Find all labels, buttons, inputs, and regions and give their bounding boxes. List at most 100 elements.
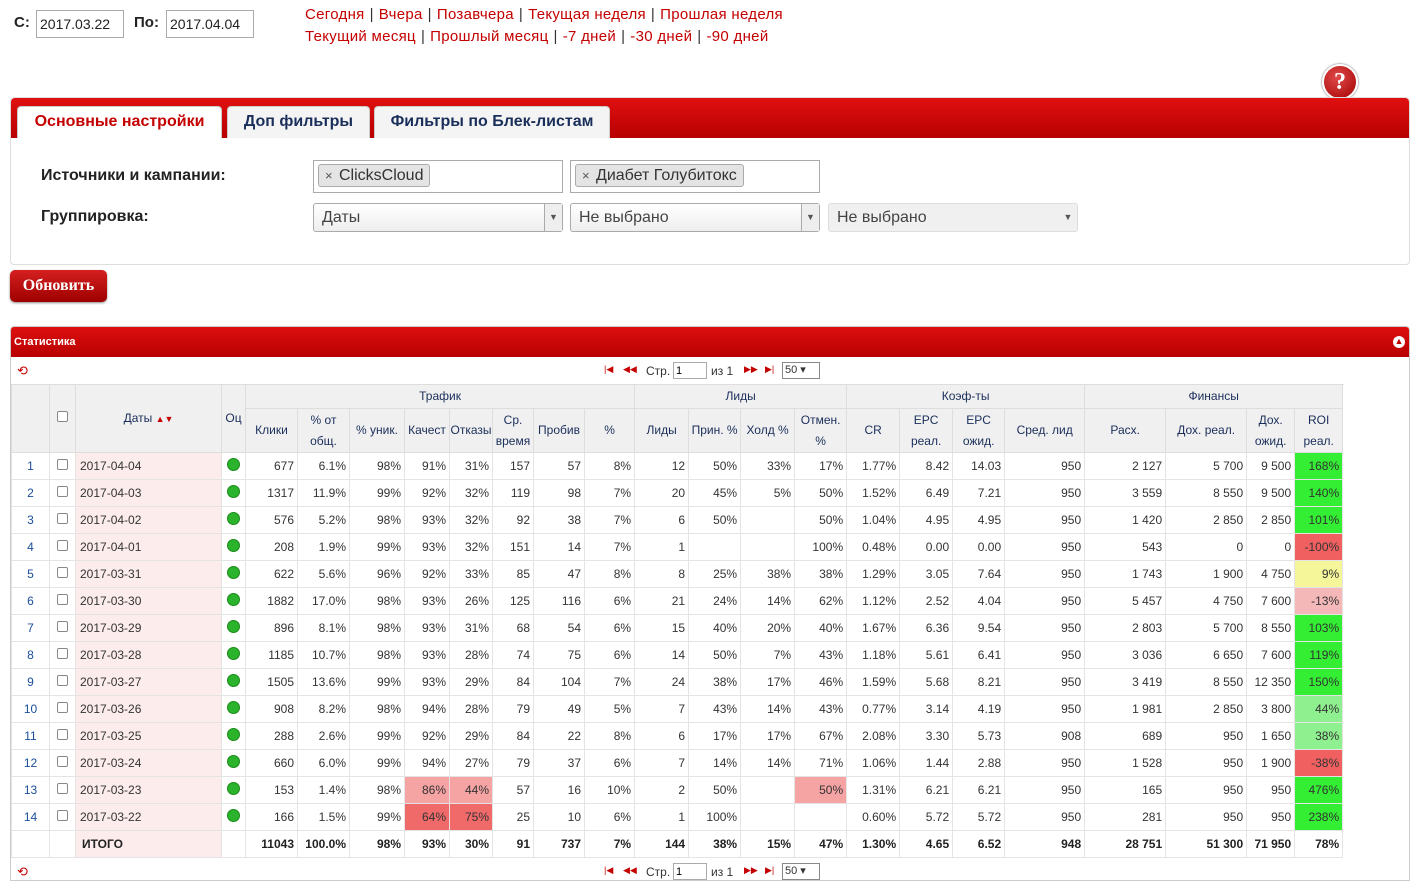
column-header[interactable]: Сред. лид <box>1004 408 1086 453</box>
page-input[interactable] <box>673 362 707 379</box>
column-header[interactable]: % уник. <box>349 408 405 453</box>
date-from-input[interactable] <box>36 10 124 38</box>
source-select[interactable]: × ClicksCloud <box>313 160 563 193</box>
table-row[interactable]: 13 2017-03-23 153 1.4% 98% 86% 44% 57 16 10% 2 50% 5… <box>11 776 1344 804</box>
next-page-icon[interactable]: ▶▶ <box>744 364 758 375</box>
first-page-icon[interactable]: |◀ <box>604 364 613 375</box>
collapse-icon[interactable]: ▲ <box>1393 336 1405 348</box>
column-header-rating[interactable]: Оц <box>221 384 246 453</box>
next-page-icon[interactable]: ▶▶ <box>744 865 758 876</box>
column-header[interactable]: Пробив <box>533 408 585 453</box>
row-checkbox[interactable] <box>57 729 68 740</box>
row-checkbox-cell <box>49 722 76 750</box>
data-cell: 64% <box>404 803 450 831</box>
help-icon[interactable]: ? <box>1322 64 1358 100</box>
row-checkbox[interactable] <box>57 486 68 497</box>
last-page-icon[interactable]: ▶| <box>765 865 774 876</box>
table-row[interactable]: 7 2017-03-29 896 8.1% 98% 93% 31% 68 54 6% 15 40% 20… <box>11 614 1344 642</box>
quick-date-link[interactable]: Прошлый месяц <box>430 28 548 45</box>
row-checkbox[interactable] <box>57 810 68 821</box>
data-cell <box>740 803 796 831</box>
data-cell: 1 900 <box>1246 749 1296 777</box>
table-row[interactable]: 1 2017-04-04 677 6.1% 98% 91% 31% 157 57 8% 12 50% 3… <box>11 452 1344 480</box>
quick-date-link[interactable]: -7 дней <box>563 28 616 45</box>
column-header[interactable]: Качест <box>404 408 450 453</box>
row-checkbox[interactable] <box>57 783 68 794</box>
column-header[interactable]: EPC реал. <box>899 408 954 453</box>
prev-page-icon[interactable]: ◀◀ <box>623 865 637 876</box>
table-row[interactable]: 12 2017-03-24 660 6.0% 99% 94% 27% 79 37 6% 7 14% 14… <box>11 749 1344 777</box>
column-header[interactable]: Лиды <box>634 408 690 453</box>
page-size-select[interactable]: 50 ▾ <box>782 362 820 379</box>
campaign-chip[interactable]: × Диабет Голубитокс <box>575 164 744 187</box>
row-checkbox[interactable] <box>57 459 68 470</box>
reload-icon[interactable]: ⟲ <box>17 363 28 379</box>
row-checkbox[interactable] <box>57 513 68 524</box>
update-button[interactable]: Обновить <box>10 270 107 302</box>
column-header[interactable]: Отказы <box>449 408 493 453</box>
row-number: 9 <box>11 668 50 696</box>
campaign-select[interactable]: × Диабет Голубитокс <box>570 160 820 193</box>
page-size-select[interactable]: 50 ▾ <box>782 863 820 880</box>
column-header[interactable]: Дох. ожид. <box>1246 408 1296 453</box>
source-chip[interactable]: × ClicksCloud <box>318 164 431 187</box>
column-header-dates[interactable]: Даты ▲▼ <box>75 384 222 453</box>
row-checkbox[interactable] <box>57 756 68 767</box>
column-header[interactable]: EPC ожид. <box>952 408 1006 453</box>
quick-date-link[interactable]: -30 дней <box>630 28 692 45</box>
table-row[interactable]: 11 2017-03-25 288 2.6% 99% 92% 29% 84 22 8% 6 17% 17… <box>11 722 1344 750</box>
data-cell: 3.30 <box>899 722 954 750</box>
column-header[interactable]: Отмен. % <box>794 408 848 453</box>
row-checkbox[interactable] <box>57 567 68 578</box>
remove-icon[interactable]: × <box>582 165 590 186</box>
table-row[interactable]: 6 2017-03-30 1882 17.0% 98% 93% 26% 125 116 6% 21 2… <box>11 587 1344 615</box>
tab-main-settings[interactable]: Основные настройки <box>17 106 222 138</box>
grouping-select-2[interactable]: Не выбрано ▼ <box>570 203 820 232</box>
last-page-icon[interactable]: ▶| <box>765 364 774 375</box>
quick-date-link[interactable]: Текущий месяц <box>305 28 416 45</box>
table-row[interactable]: 2 2017-04-03 1317 11.9% 99% 92% 32% 119 98 7% 20 45… <box>11 479 1344 507</box>
table-row[interactable]: 5 2017-03-31 622 5.6% 96% 92% 33% 85 47 8% 8 25% 38%… <box>11 560 1344 588</box>
column-header[interactable]: % от общ. <box>297 408 350 453</box>
prev-page-icon[interactable]: ◀◀ <box>623 364 637 375</box>
column-header[interactable]: Дох. реал. <box>1165 408 1248 453</box>
table-row[interactable]: 8 2017-03-28 1185 10.7% 98% 93% 28% 74 75 6% 14 50%… <box>11 641 1344 669</box>
data-cell: 49 <box>533 695 585 723</box>
row-checkbox[interactable] <box>57 594 68 605</box>
row-checkbox[interactable] <box>57 675 68 686</box>
grouping-select-1[interactable]: Даты ▼ <box>313 203 563 232</box>
reload-icon[interactable]: ⟲ <box>17 864 28 880</box>
select-all-checkbox[interactable] <box>57 411 68 422</box>
column-header[interactable]: CR <box>846 408 901 453</box>
table-row[interactable]: 9 2017-03-27 1505 13.6% 99% 93% 29% 84 104 7% 24 38… <box>11 668 1344 696</box>
quick-date-link[interactable]: -90 дней <box>707 28 769 45</box>
quick-date-link[interactable]: Прошлая неделя <box>660 6 783 23</box>
column-header[interactable]: Ср. время <box>492 408 534 453</box>
table-row[interactable]: 3 2017-04-02 576 5.2% 98% 93% 32% 92 38 7% 6 50% 50%… <box>11 506 1344 534</box>
quick-date-link[interactable]: Вчера <box>379 6 423 23</box>
column-header[interactable]: % <box>583 408 636 453</box>
table-row[interactable]: 10 2017-03-26 908 8.2% 98% 94% 28% 79 49 5% 7 43% 14… <box>11 695 1344 723</box>
tab-blacklist-filters[interactable]: Фильтры по Блек-листам <box>374 106 610 138</box>
row-checkbox[interactable] <box>57 540 68 551</box>
quick-date-link[interactable]: Позавчера <box>437 6 514 23</box>
table-row[interactable]: 4 2017-04-01 208 1.9% 99% 93% 32% 151 14 7% 1 100% 0… <box>11 533 1344 561</box>
total-cell: 30% <box>449 830 493 858</box>
quick-date-link[interactable]: Сегодня <box>305 6 365 23</box>
row-checkbox[interactable] <box>57 621 68 632</box>
row-checkbox[interactable] <box>57 648 68 659</box>
column-header[interactable]: Холд % <box>740 408 796 453</box>
row-checkbox[interactable] <box>57 702 68 713</box>
remove-icon[interactable]: × <box>325 165 333 186</box>
page-input[interactable] <box>673 863 707 880</box>
tab-extra-filters[interactable]: Доп фильтры <box>227 106 370 138</box>
column-header[interactable]: ROI реал. <box>1294 408 1344 453</box>
column-header[interactable]: Расх. <box>1084 408 1167 453</box>
column-header[interactable]: Прин. % <box>688 408 742 453</box>
quick-date-link[interactable]: Текущая неделя <box>528 6 646 23</box>
grouping-select-3[interactable]: Не выбрано ▼ <box>828 203 1078 232</box>
table-row[interactable]: 14 2017-03-22 166 1.5% 99% 64% 75% 25 10 6% 1 100% 0… <box>11 803 1344 831</box>
first-page-icon[interactable]: |◀ <box>604 865 613 876</box>
date-to-input[interactable] <box>166 10 254 38</box>
column-header[interactable]: Клики <box>245 408 298 453</box>
